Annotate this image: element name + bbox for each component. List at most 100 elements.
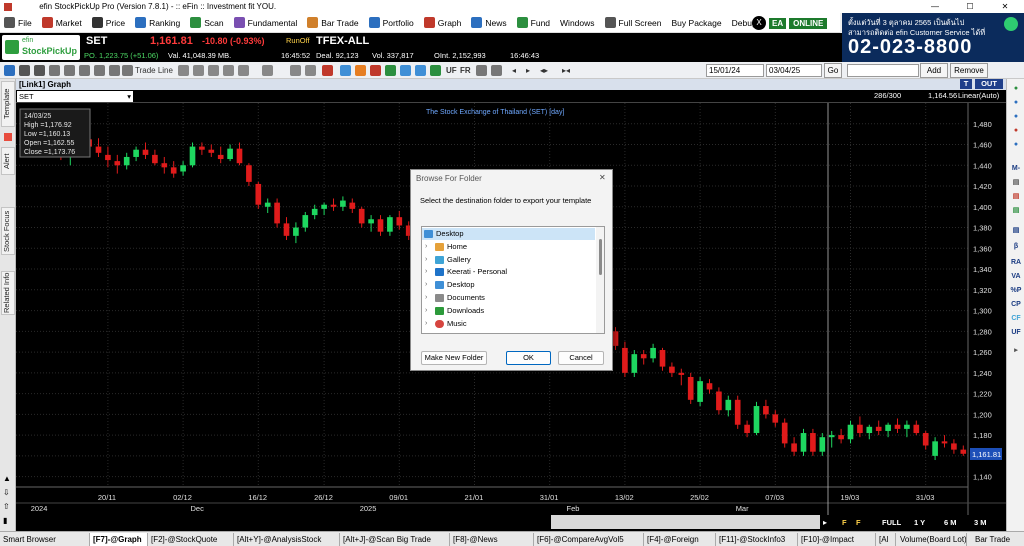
trendline-label[interactable]: Trade Line [135,64,173,77]
chevron-right-icon[interactable]: › [425,254,427,266]
date-from-input[interactable]: 15/01/24 [706,64,764,77]
panel-icon-2[interactable]: ● [1009,97,1023,109]
screenshot-icon[interactable] [491,65,502,76]
color-icon[interactable] [208,65,219,76]
panel-m-button[interactable]: M- [1009,163,1023,175]
symbol-select[interactable]: SET ▾ [17,91,133,102]
magnet-icon[interactable] [355,65,366,76]
menu-market[interactable]: Market [41,17,82,28]
cancel-button[interactable]: Cancel [558,351,604,365]
menu-fund[interactable]: Fund [516,17,550,28]
panel-icon-1[interactable]: ● [1009,83,1023,95]
tab-alert[interactable]: Alert [1,147,15,175]
go-button[interactable]: Go [824,63,842,78]
tree-item[interactable]: Desktop [422,228,595,240]
tree-item[interactable]: › Downloads [422,305,595,317]
range-button[interactable]: 6 M [944,518,957,527]
alert-icon[interactable] [370,65,381,76]
taskbar-tab[interactable]: [Alt+J]-@Scan Big Trade [340,533,450,546]
menu-scan[interactable]: Scan [190,17,224,28]
menu-price[interactable]: Price [91,17,125,28]
symbol2-label[interactable]: TFEX-ALL [316,35,369,47]
chevron-right-icon[interactable]: › [425,305,427,317]
shrink-icon[interactable]: ▸◂ [562,64,570,77]
maximize-button[interactable]: ☐ [955,0,985,13]
tree-item[interactable]: › Home [422,241,595,253]
range-button[interactable]: F [856,518,861,527]
tree-item[interactable]: › Music [422,318,595,330]
uf-button[interactable]: UF [446,64,457,77]
scroll-right-icon[interactable]: ▸ [526,64,530,77]
menu-ranking[interactable]: Ranking [135,17,180,28]
range-button[interactable]: F [842,518,847,527]
chevron-right-icon[interactable]: › [425,279,427,291]
taskbar-tab[interactable]: [F2]-@StockQuote [148,533,234,546]
volume-board-lot-tab[interactable]: Volume(Board Lot) [897,533,967,546]
range-button[interactable]: FULL [882,518,902,527]
tree-item[interactable]: › Documents [422,292,595,304]
taskbar-tab[interactable]: [F11]-@StockInfo3 [716,533,798,546]
panel-icon-7[interactable]: ▤ [1009,191,1023,203]
fibo-icon[interactable] [340,65,351,76]
panel-uf-button[interactable]: UF [1009,327,1023,339]
tab-stock-focus[interactable]: Stock Focus [1,207,15,255]
channel-icon[interactable] [94,65,105,76]
out-button[interactable]: OUT [975,79,1003,89]
crosshair-icon[interactable] [4,65,15,76]
menu-full-screen[interactable]: Full Screen [604,17,662,28]
taskbar-tab[interactable]: [F8]-@News [450,533,534,546]
tree-item[interactable]: › Desktop [422,279,595,291]
refresh-icon[interactable] [430,65,441,76]
menu-fundamental[interactable]: Fundamental [233,17,297,28]
date-to-input[interactable]: 03/04/25 [766,64,822,77]
taskbar-tab[interactable]: [F10]-@Impact [798,533,876,546]
add-button[interactable]: Add [920,63,948,78]
scroll-thumb[interactable] [551,515,820,529]
taskbar-tab[interactable]: [F7]-@Graph [90,533,148,546]
template-select[interactable] [847,64,919,77]
make-new-folder-button[interactable]: Make New Folder [421,351,487,365]
panel-collapse-icon[interactable]: ▸ [1009,345,1023,357]
menu-buy-package[interactable]: Buy Package [672,18,722,28]
indicator-icon[interactable] [385,65,396,76]
menu-windows[interactable]: Windows [560,18,594,28]
trendline-icon[interactable] [122,65,133,76]
menu-news[interactable]: News [471,17,507,28]
menu-portfolio[interactable]: Portfolio [368,17,414,28]
zoom-icon[interactable] [476,65,487,76]
range-button[interactable]: 1 Y [914,518,925,527]
panel-cp-button[interactable]: CP [1009,299,1023,311]
menu-file[interactable]: File [4,17,32,28]
panel-icon-5[interactable]: ● [1009,139,1023,151]
panel-p-button[interactable]: %P [1009,285,1023,297]
ok-button[interactable]: OK [506,351,551,365]
t-button[interactable]: T [960,79,972,89]
chevron-right-icon[interactable]: › [425,292,427,304]
dialog-close-button[interactable]: ✕ [599,173,606,182]
folder-tree[interactable]: Desktop › Home › Gallery › Keerati - Personal ›… [421,226,605,334]
paste-icon[interactable] [305,65,316,76]
symbol-label[interactable]: SET [86,35,107,47]
taskbar-tab[interactable]: [F4]-@Foreign [644,533,716,546]
panel-icon-8[interactable]: ▤ [1009,205,1023,217]
tree-item[interactable]: › Gallery [422,254,595,266]
hline-icon[interactable] [109,65,120,76]
close-window-button[interactable]: ✕ [990,0,1020,13]
panel-icon-9[interactable]: ▤ [1009,225,1023,237]
scale-mode[interactable]: Linear(Auto) [958,91,999,100]
delete-icon[interactable] [322,65,333,76]
panel-icon-3[interactable]: ● [1009,111,1023,123]
fr-button[interactable]: FR [460,64,471,77]
shape-icon[interactable] [178,65,189,76]
cursor-icon[interactable] [19,65,30,76]
tree-scrollbar-thumb[interactable] [599,239,602,275]
taskbar-tab[interactable]: Smart Browser [0,533,90,546]
tree-scrollbar[interactable] [596,227,604,333]
export-icon[interactable]: ⇩ [3,488,10,497]
save-icon[interactable] [415,65,426,76]
trash-icon[interactable]: ▮ [3,516,7,525]
import-icon[interactable]: ⇧ [3,502,10,511]
chevron-right-icon[interactable]: › [425,266,427,278]
menu-bar-trade[interactable]: Bar Trade [307,17,359,28]
ad-banner[interactable]: ตั้งแต่วันที่ 3 ตุลาคม 2565 เป็นต้นไป สา… [842,13,1024,62]
